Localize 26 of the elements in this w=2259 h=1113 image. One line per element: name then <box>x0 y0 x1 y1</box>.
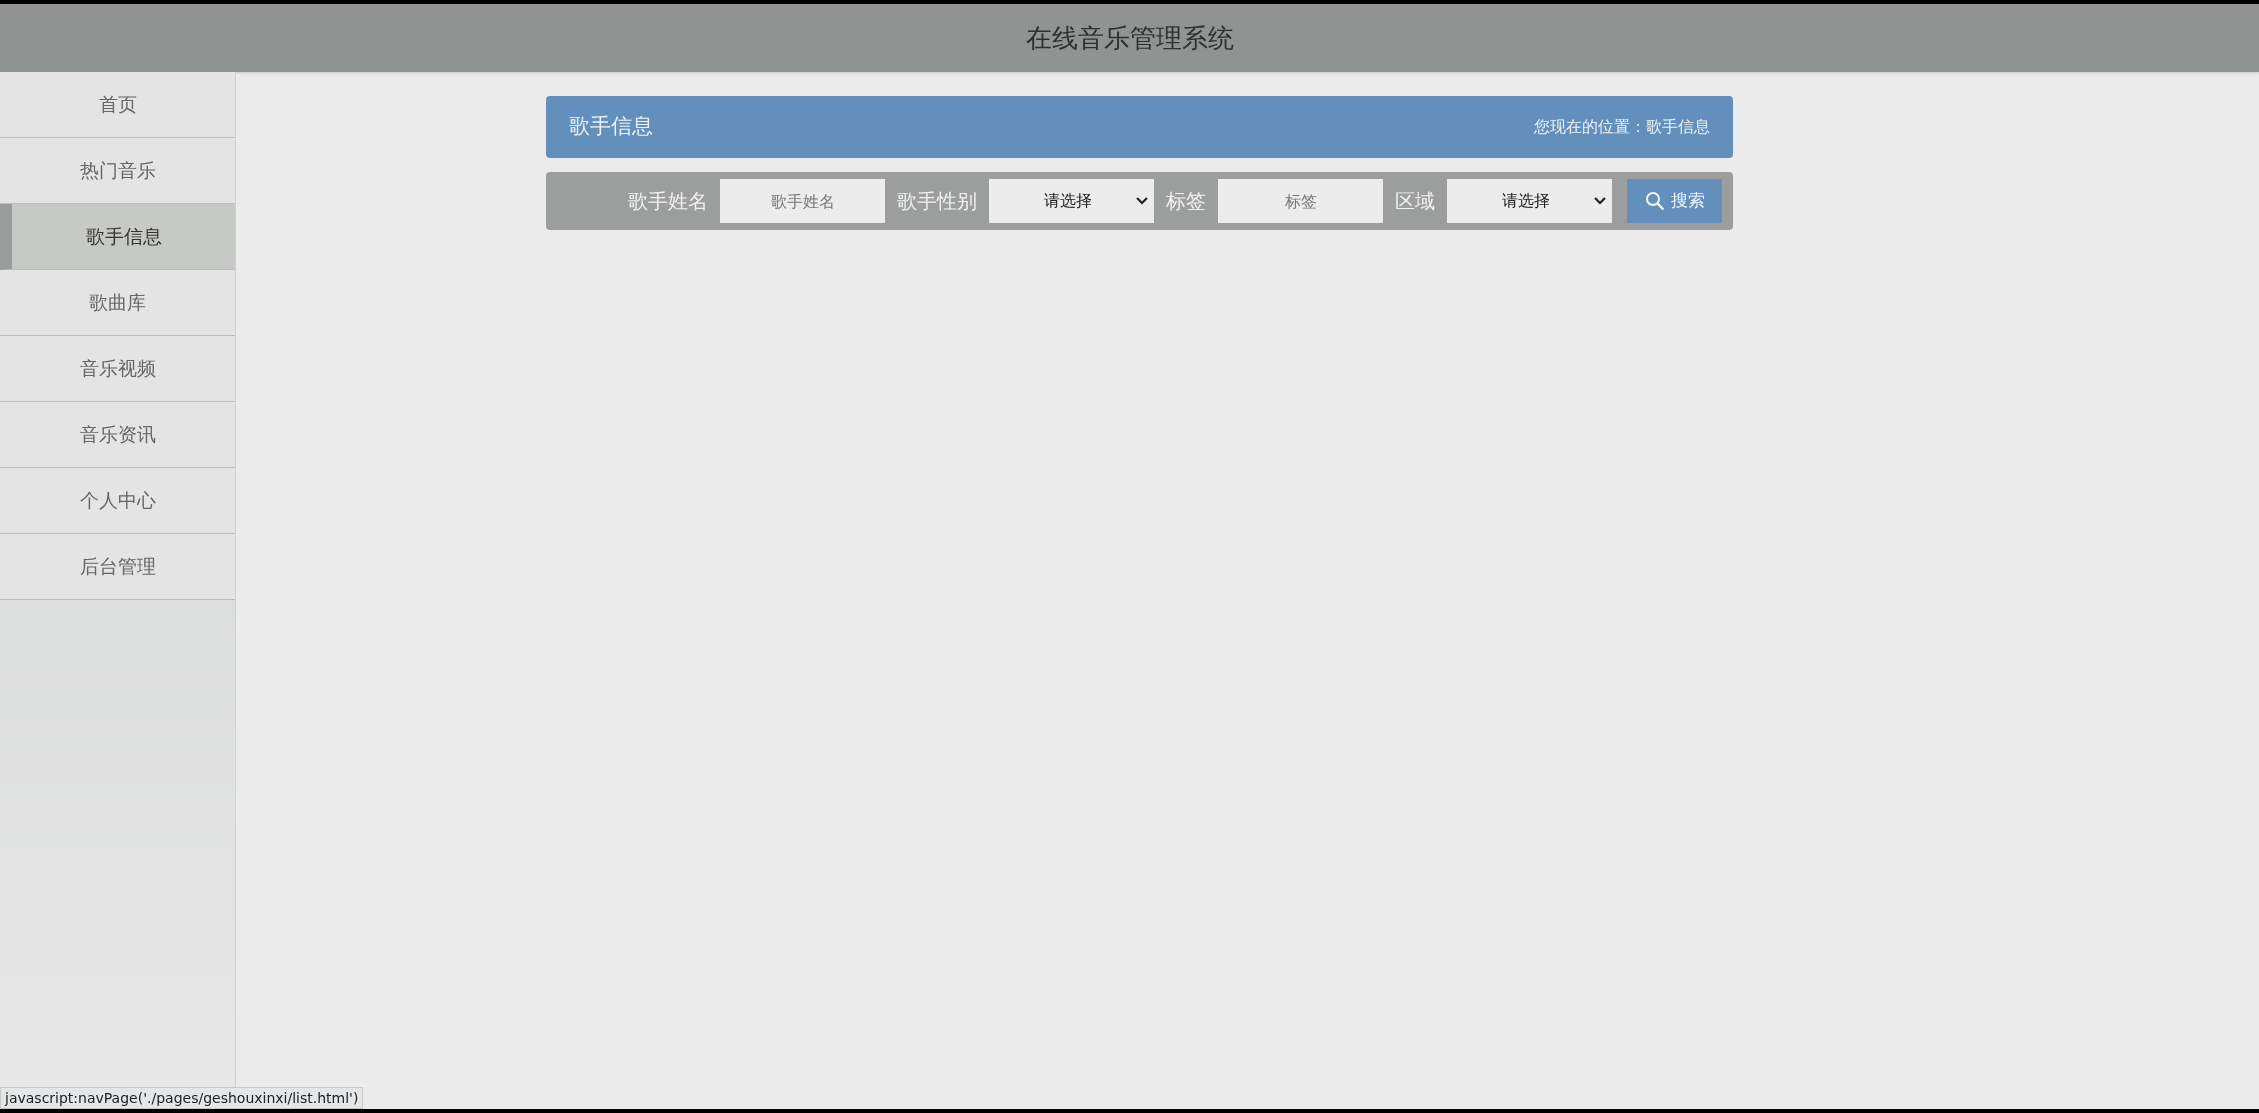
site-title: 在线音乐管理系统 <box>1025 21 1234 55</box>
select-value: 请选择 <box>1042 190 1093 212</box>
search-button[interactable]: 搜索 <box>1627 179 1722 223</box>
select-dropdown[interactable]: 请选择 <box>989 179 1154 223</box>
chevron-down-icon <box>1136 197 1148 205</box>
select-value: 请选择 <box>1500 190 1551 212</box>
field-label: 区域 <box>1395 188 1435 215</box>
chevron-down-icon <box>1594 197 1606 205</box>
nav-item[interactable]: 后台管理 <box>0 534 235 600</box>
panel-title: 歌手信息 <box>569 113 653 141</box>
select-dropdown[interactable]: 请选择 <box>1447 179 1612 223</box>
field-label: 歌手性别 <box>897 188 977 215</box>
nav-item[interactable]: 音乐视频 <box>0 336 235 402</box>
nav-item[interactable]: 歌手信息 <box>0 204 235 270</box>
input-field[interactable]: 标签 <box>1218 179 1383 223</box>
search-icon <box>1644 191 1665 211</box>
field-label: 标签 <box>1166 188 1206 215</box>
nav-item[interactable]: 个人中心 <box>0 468 235 534</box>
breadcrumb: 您现在的位置：歌手信息 <box>1534 116 1710 138</box>
field-label: 歌手姓名 <box>628 188 708 215</box>
nav-item[interactable]: 歌曲库 <box>0 270 235 336</box>
input-field[interactable]: 歌手姓名 <box>720 179 885 223</box>
nav-item[interactable]: 音乐资讯 <box>0 402 235 468</box>
nav-item[interactable]: 首页 <box>0 72 235 138</box>
status-bar-url: javascript:navPage('./pages/geshouxinxi/list.html') <box>0 1087 364 1109</box>
nav-item[interactable]: 热门音乐 <box>0 138 235 204</box>
